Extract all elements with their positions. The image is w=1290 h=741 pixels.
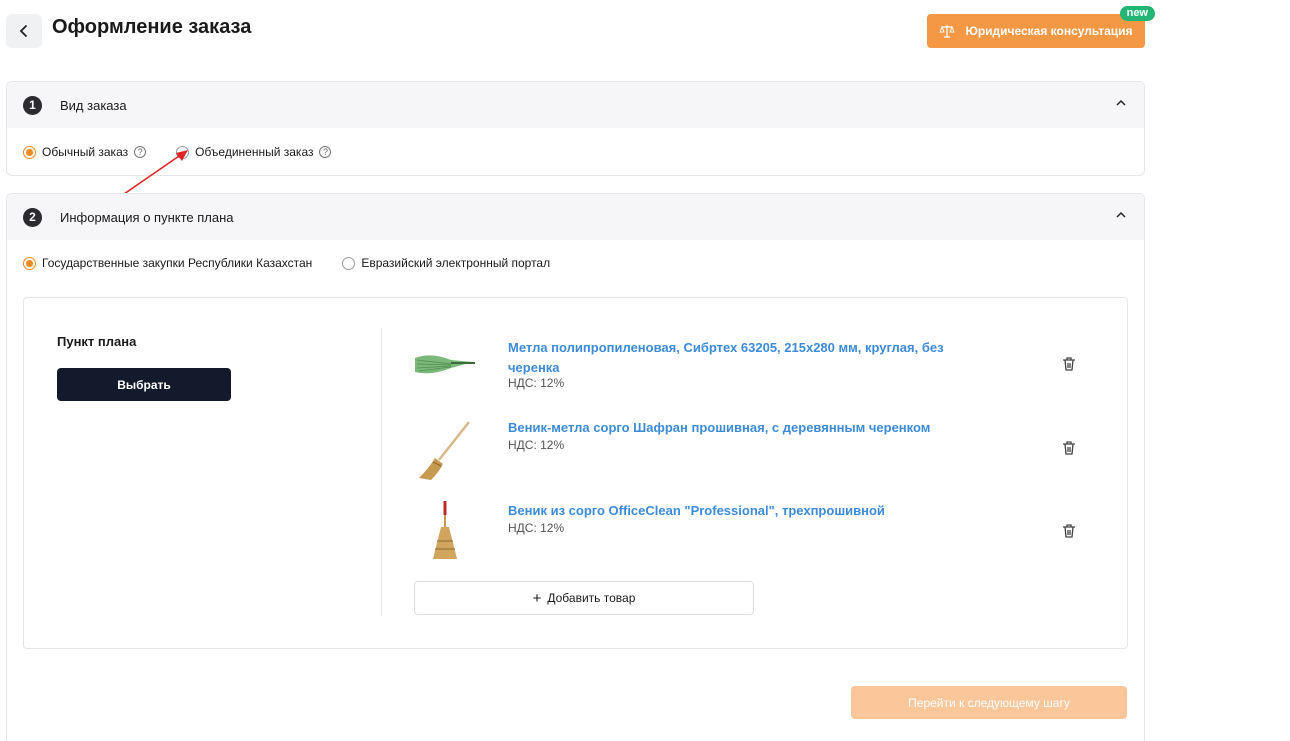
chevron-up-icon[interactable] bbox=[1116, 211, 1126, 219]
section-title: Информация о пункте плана bbox=[60, 209, 234, 225]
broom-polypropylene-image bbox=[415, 355, 475, 374]
product-item: Метла полипропиленовая, Сибртех 63205, 2… bbox=[411, 338, 1091, 408]
radio-label: Обычный заказ bbox=[42, 145, 129, 159]
radio-selected-indicator bbox=[23, 256, 36, 270]
page-header: Оформление заказа Юридическая консультац… bbox=[6, 6, 1155, 54]
product-item: Веник из сорго OfficeClean "Professional… bbox=[411, 501, 1091, 571]
step-number: 2 bbox=[23, 207, 42, 227]
step-number: 1 bbox=[23, 95, 42, 115]
new-badge: new bbox=[1119, 6, 1155, 21]
radio-label: Государственные закупки Республики Казах… bbox=[42, 256, 313, 270]
plan-info-section: 2 Информация о пункте плана Государствен… bbox=[6, 193, 1145, 741]
radio-label: Евразийский электронный портал bbox=[361, 256, 551, 270]
chevron-up-icon[interactable] bbox=[1116, 99, 1126, 107]
radio-indicator bbox=[342, 256, 356, 270]
product-item: Веник-метла сорго Шафран прошивная, с де… bbox=[411, 418, 1091, 488]
add-product-label: Добавить товар bbox=[547, 591, 636, 605]
trash-icon[interactable] bbox=[1061, 440, 1077, 456]
help-icon[interactable]: ? bbox=[319, 146, 332, 158]
page-title: Оформление заказа bbox=[52, 16, 252, 38]
plan-item-box: Пункт плана Выбрать Метла полипропиленов… bbox=[23, 297, 1128, 649]
product-name-link[interactable]: Веник-метла сорго Шафран прошивная, с де… bbox=[508, 418, 978, 438]
product-vat: НДС: 12% bbox=[508, 376, 565, 390]
radio-combined-order[interactable]: Объединенный заказ ? bbox=[176, 145, 332, 159]
trash-icon[interactable] bbox=[1061, 523, 1077, 539]
section-title: Вид заказа bbox=[60, 97, 127, 113]
plan-info-header[interactable]: 2 Информация о пункте плана bbox=[7, 194, 1144, 240]
portal-options: Государственные закупки Республики Казах… bbox=[7, 240, 1144, 286]
broom-officeclean-image bbox=[433, 501, 457, 559]
back-button[interactable] bbox=[6, 14, 42, 48]
chevron-left-icon bbox=[19, 25, 27, 37]
trash-icon[interactable] bbox=[1061, 356, 1077, 372]
product-name-link[interactable]: Метла полипропиленовая, Сибртех 63205, 2… bbox=[508, 338, 978, 378]
next-step-button[interactable]: Перейти к следующему шагу bbox=[851, 686, 1127, 719]
legal-consultation-button[interactable]: Юридическая консультация new bbox=[927, 6, 1155, 48]
product-name-link[interactable]: Веник из сорго OfficeClean "Professional… bbox=[508, 501, 978, 521]
choose-button[interactable]: Выбрать bbox=[57, 368, 231, 401]
radio-label: Объединенный заказ bbox=[195, 145, 314, 159]
radio-gov-procurement[interactable]: Государственные закупки Республики Казах… bbox=[23, 256, 312, 270]
scales-icon bbox=[939, 25, 956, 38]
product-vat: НДС: 12% bbox=[508, 521, 565, 535]
annotation-arrow bbox=[123, 150, 188, 195]
radio-selected-indicator bbox=[23, 145, 36, 159]
plan-item-label: Пункт плана bbox=[57, 334, 137, 349]
divider bbox=[381, 328, 382, 616]
add-product-button[interactable]: + Добавить товар bbox=[414, 581, 754, 615]
order-type-header[interactable]: 1 Вид заказа bbox=[7, 82, 1144, 128]
product-vat: НДС: 12% bbox=[508, 438, 565, 452]
plus-icon: + bbox=[532, 589, 542, 607]
broom-sorghum-handle-image bbox=[419, 421, 470, 480]
legal-consultation-label: Юридическая консультация bbox=[965, 24, 1133, 38]
radio-eurasian-portal[interactable]: Евразийский электронный портал bbox=[342, 256, 550, 270]
